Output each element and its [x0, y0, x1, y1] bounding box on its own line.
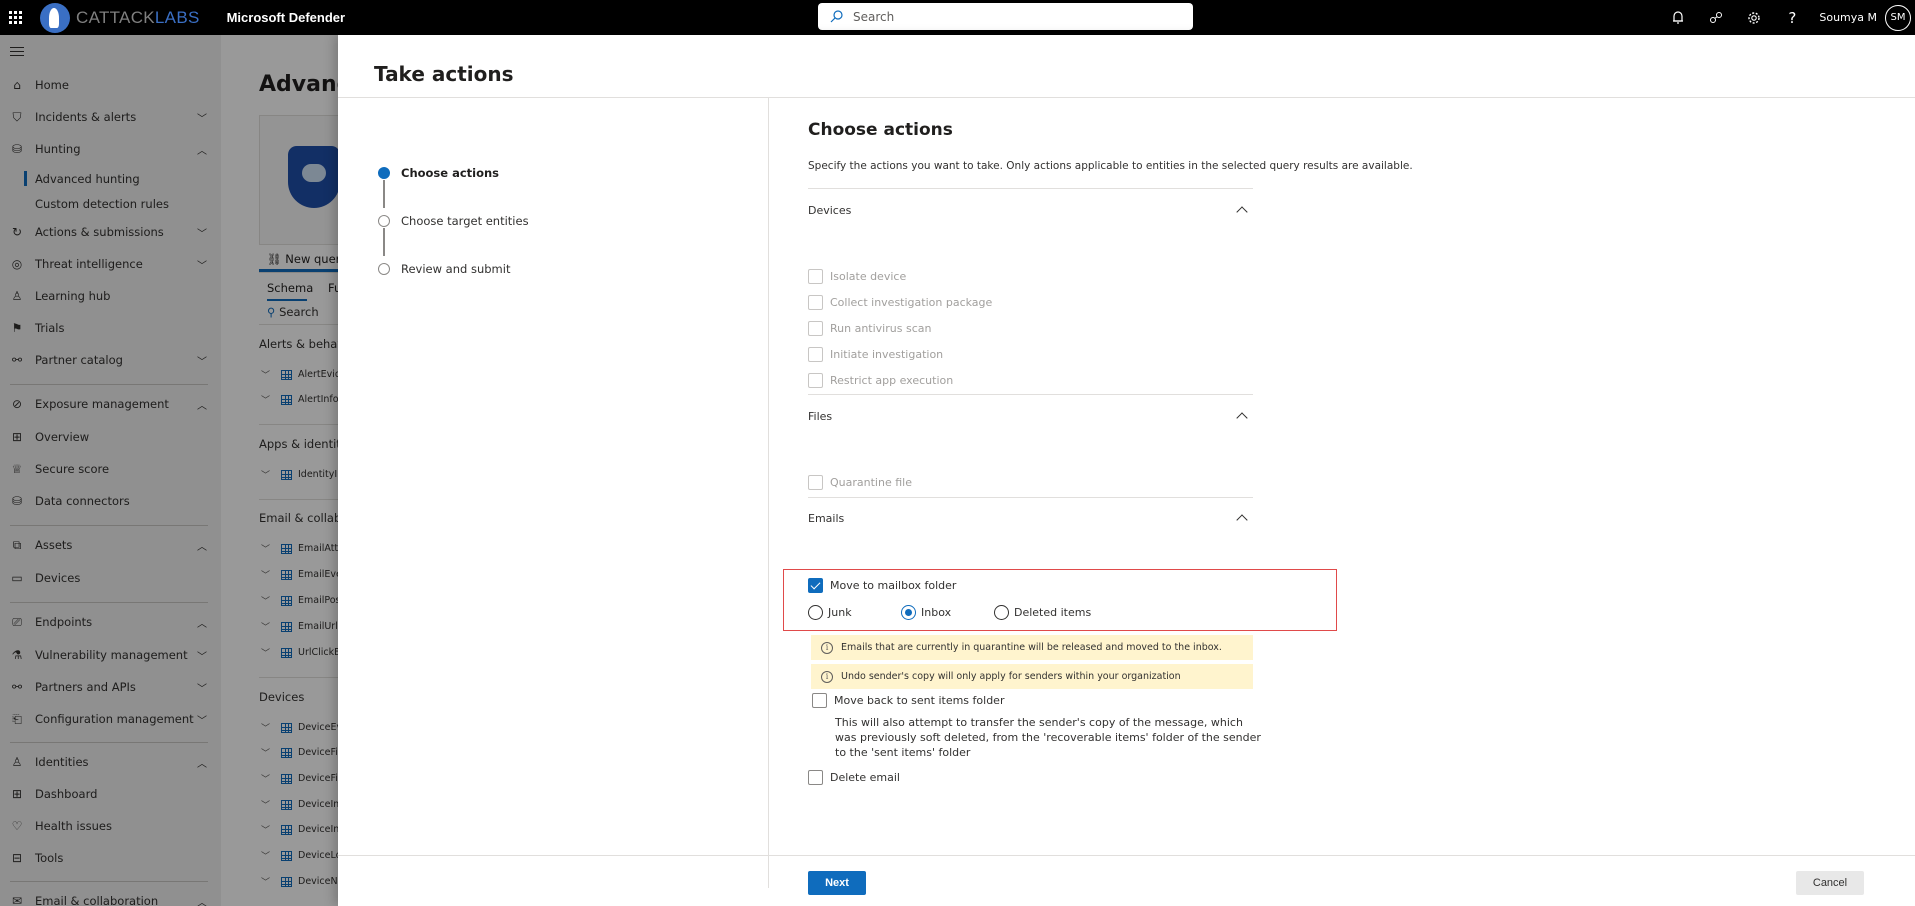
step-label: Review and submit [401, 262, 511, 276]
next-button[interactable]: Next [808, 871, 866, 895]
cancel-button[interactable]: Cancel [1796, 871, 1864, 895]
divider [808, 497, 1253, 498]
checkbox-label: Run antivirus scan [830, 322, 932, 335]
checkbox-label: Move back to sent items folder [834, 694, 1005, 707]
collapse-devices-chevron-up-icon[interactable] [1236, 204, 1248, 216]
help-button[interactable]: ? [1773, 0, 1811, 35]
section-description: Specify the actions you want to take. On… [808, 160, 1413, 172]
checkbox-label: Delete email [830, 771, 900, 784]
global-search-input[interactable]: Search [818, 3, 1193, 30]
cat-logo-icon [40, 2, 70, 33]
notifications-button[interactable] [1659, 0, 1697, 35]
checkbox-box [808, 475, 823, 490]
info-icon: i [821, 670, 833, 683]
step-pending-icon [378, 263, 390, 275]
checkbox-label: Initiate investigation [830, 348, 944, 361]
brand-name: CATTACKLABS [76, 8, 200, 28]
move-back-description: This will also attempt to transfer the s… [835, 716, 1261, 759]
devices-section-title: Devices [808, 204, 852, 217]
settings-button[interactable] [1735, 0, 1773, 35]
waffle-icon [8, 11, 22, 24]
step-connector [383, 180, 385, 208]
brand-logo[interactable]: CATTACKLABS [40, 2, 200, 33]
help-icon: ? [1788, 8, 1797, 27]
collapse-files-chevron-up-icon[interactable] [1236, 410, 1248, 422]
info-text: Emails that are currently in quarantine … [841, 642, 1222, 653]
files-section-title: Files [808, 410, 833, 423]
checkbox-label: Isolate device [830, 270, 907, 283]
step-review-submit[interactable]: Review and submit [378, 262, 510, 276]
checkbox-box [808, 321, 823, 336]
checkbox-box [808, 347, 823, 362]
restrict-app-execution-checkbox[interactable]: Restrict app execution [808, 373, 953, 388]
emails-section-title: Emails [808, 512, 845, 525]
divider [338, 855, 1915, 856]
bell-icon [1673, 11, 1684, 24]
checkbox-label: Restrict app execution [830, 374, 954, 387]
step-label: Choose actions [401, 166, 500, 180]
divider [808, 394, 1253, 395]
quarantine-info-message: i Emails that are currently in quarantine… [811, 635, 1253, 660]
user-name[interactable]: Soumya M [1819, 11, 1877, 24]
delete-email-checkbox[interactable]: Delete email [808, 770, 900, 785]
quarantine-file-checkbox[interactable]: Quarantine file [808, 475, 912, 490]
sender-copy-info-message: i Undo sender's copy will only apply for … [811, 664, 1253, 689]
info-text: Undo sender's copy will only apply for s… [841, 671, 1181, 682]
checkbox-box [812, 693, 827, 708]
share-icon [1710, 12, 1723, 23]
step-connector [383, 228, 385, 256]
panel-title: Take actions [374, 62, 514, 86]
initiate-investigation-checkbox[interactable]: Initiate investigation [808, 347, 943, 362]
annotation-highlight-box [783, 569, 1337, 631]
checkbox-box [808, 373, 823, 388]
divider [808, 188, 1253, 189]
step-pending-icon [378, 215, 390, 227]
search-icon [830, 10, 843, 23]
run-antivirus-scan-checkbox[interactable]: Run antivirus scan [808, 321, 931, 336]
top-bar: CATTACKLABS Microsoft Defender Search ? … [0, 0, 1915, 35]
checkbox-label: Quarantine file [830, 476, 912, 489]
gear-icon [1748, 11, 1761, 24]
brand-part2: LABS [154, 7, 200, 27]
product-name[interactable]: Microsoft Defender [227, 10, 345, 25]
search-placeholder: Search [853, 9, 895, 24]
checkbox-box [808, 295, 823, 310]
take-actions-panel: Take actions Choose actions Choose targe… [338, 35, 1915, 906]
share-button[interactable] [1697, 0, 1735, 35]
wizard-stepper: Choose actions Choose target entities Re… [338, 98, 769, 888]
section-title: Choose actions [808, 120, 953, 140]
isolate-device-checkbox[interactable]: Isolate device [808, 269, 906, 284]
avatar[interactable]: SM [1885, 4, 1911, 31]
app-launcher-button[interactable] [0, 0, 30, 35]
collect-investigation-package-checkbox[interactable]: Collect investigation package [808, 295, 992, 310]
step-label: Choose target entities [401, 214, 529, 228]
step-choose-target-entities[interactable]: Choose target entities [378, 214, 529, 228]
step-current-icon [378, 167, 390, 179]
collapse-emails-chevron-up-icon[interactable] [1236, 512, 1248, 524]
step-choose-actions[interactable]: Choose actions [378, 166, 499, 180]
choose-actions-content: Choose actions Specify the actions you w… [808, 98, 1858, 888]
checkbox-box [808, 269, 823, 284]
info-icon: i [821, 641, 833, 654]
checkbox-box [808, 770, 823, 785]
checkbox-label: Collect investigation package [830, 296, 993, 309]
brand-part1: CATTACK [76, 7, 155, 27]
move-back-sent-items-checkbox[interactable]: Move back to sent items folder [812, 693, 1004, 708]
